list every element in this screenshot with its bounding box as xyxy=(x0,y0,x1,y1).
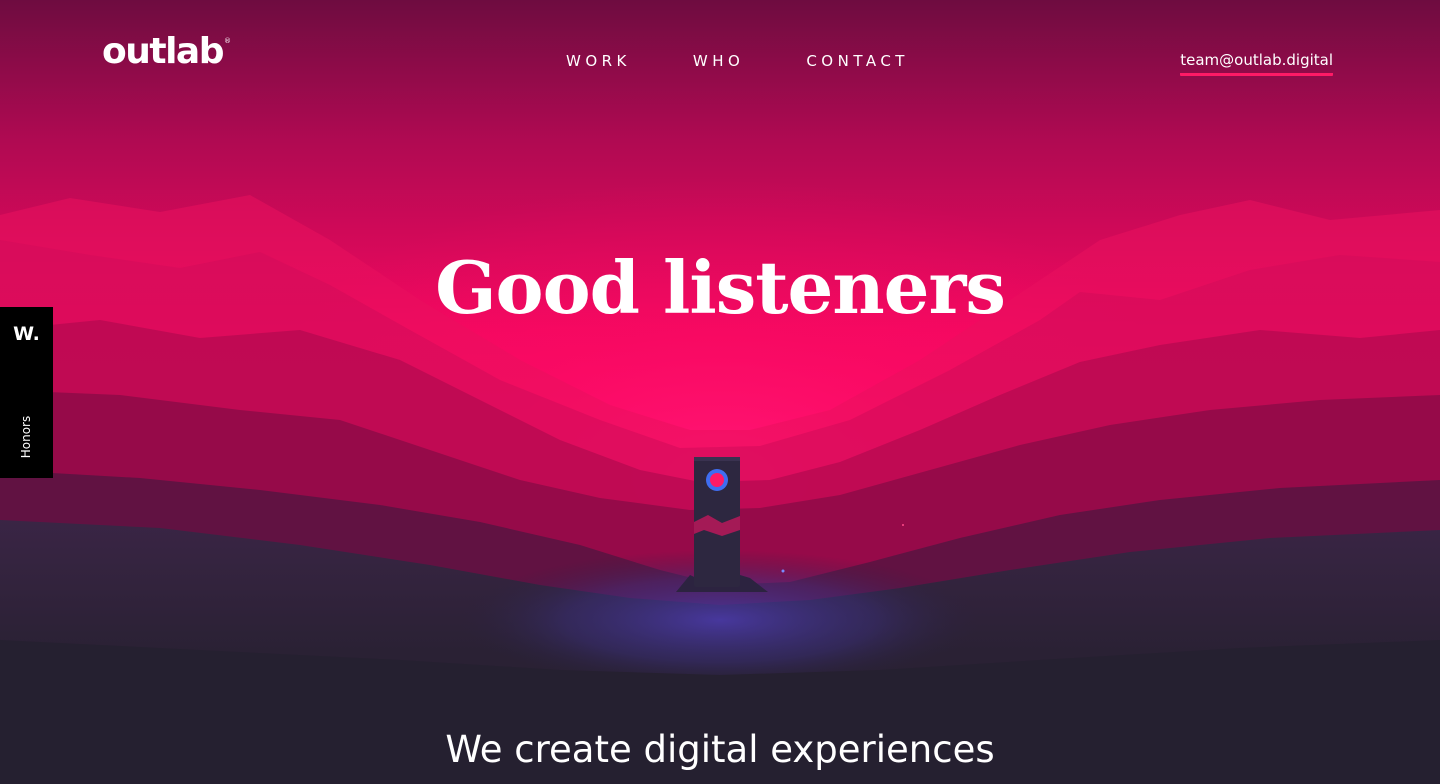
hero-headline: Good listeners xyxy=(435,245,1006,330)
main-nav: WORK WHO CONTACT xyxy=(566,52,909,70)
hero-illustration xyxy=(0,0,1440,784)
awwwards-w-icon: W. xyxy=(13,323,40,345)
honors-label: Honors xyxy=(19,415,33,459)
nav-contact-link[interactable]: CONTACT xyxy=(806,52,909,70)
nav-who-link[interactable]: WHO xyxy=(693,52,744,70)
logo-text: outlab xyxy=(102,31,224,72)
outlab-logo[interactable]: outlab® xyxy=(102,31,231,72)
email-link[interactable]: team@outlab.digital xyxy=(1180,51,1333,76)
page: outlab® WORK WHO CONTACT team@outlab.dig… xyxy=(0,0,1440,784)
awwwards-honors-badge[interactable]: W. Honors xyxy=(0,307,53,478)
hero-subline: We create digital experiences xyxy=(445,728,995,771)
registered-mark: ® xyxy=(223,37,231,45)
nav-work-link[interactable]: WORK xyxy=(566,52,631,70)
